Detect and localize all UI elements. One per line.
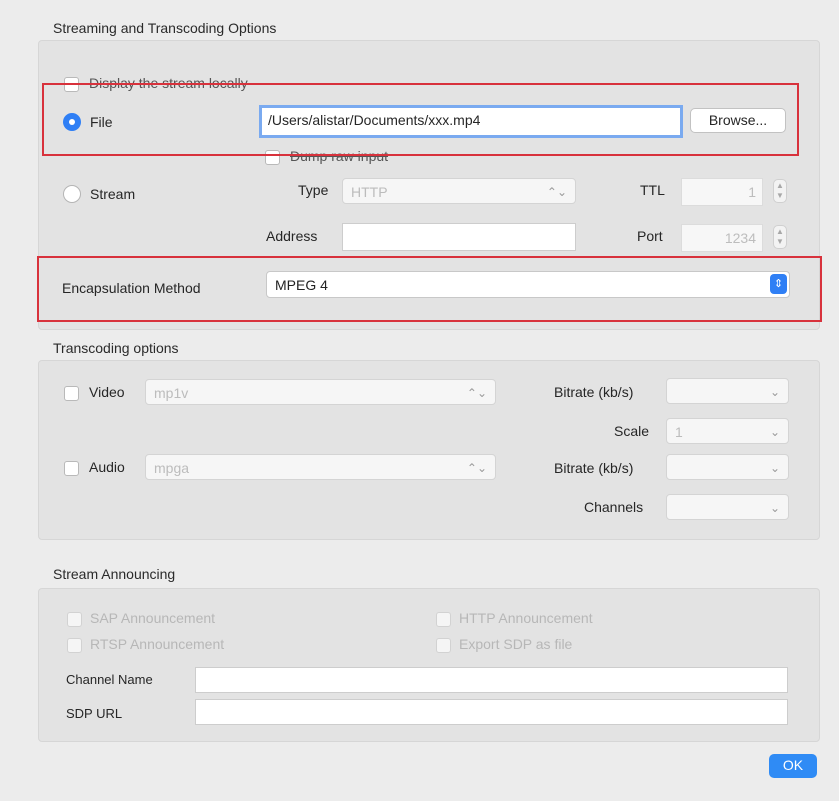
sap-label: SAP Announcement: [90, 610, 216, 626]
channels-label: Channels: [584, 499, 644, 515]
address-input[interactable]: [342, 223, 576, 251]
file-path-input[interactable]: /Users/alistar/Documents/xxx.mp4: [259, 105, 683, 138]
sdp-url-input[interactable]: [195, 699, 788, 725]
scale-value: 1: [675, 424, 683, 440]
file-radio[interactable]: [63, 113, 81, 131]
audio-bitrate-select[interactable]: ⌄: [666, 454, 789, 480]
type-label: Type: [298, 182, 329, 198]
port-label: Port: [637, 228, 663, 244]
port-stepper[interactable]: ▲ ▼: [773, 225, 787, 249]
channel-name-input[interactable]: [195, 667, 788, 693]
video-codec-select[interactable]: mp1v ⌃⌄: [145, 379, 496, 405]
updown-chevron-icon: ⌃⌄: [466, 386, 487, 400]
chevron-down-icon: ⌄: [769, 461, 780, 475]
updown-chevron-icon: ⌃⌄: [466, 461, 487, 475]
type-select[interactable]: HTTP ⌃⌄: [342, 178, 576, 204]
sap-checkbox[interactable]: [67, 612, 82, 627]
ttl-input[interactable]: 1: [681, 178, 763, 206]
video-bitrate-select[interactable]: ⌄: [666, 378, 789, 404]
port-input[interactable]: 1234: [681, 224, 763, 252]
video-bitrate-label: Bitrate (kb/s): [554, 384, 634, 400]
video-codec-value: mp1v: [154, 385, 189, 401]
display-locally-checkbox[interactable]: [64, 77, 79, 92]
http-announcement-checkbox[interactable]: [436, 612, 451, 627]
dump-raw-label: Dump raw input: [290, 148, 389, 164]
ttl-label: TTL: [640, 182, 665, 198]
encapsulation-value: MPEG 4: [275, 277, 328, 293]
audio-checkbox[interactable]: [64, 461, 79, 476]
announcing-section-title: Stream Announcing: [53, 566, 176, 582]
updown-chevron-icon: ⌃⌄: [546, 185, 567, 199]
sdp-url-label: SDP URL: [66, 706, 123, 721]
scale-label: Scale: [614, 423, 650, 439]
scale-select[interactable]: 1 ⌄: [666, 418, 789, 444]
file-label: File: [90, 114, 113, 130]
channel-name-label: Channel Name: [66, 672, 153, 687]
display-locally-label: Display the stream locally: [89, 75, 248, 91]
rtsp-checkbox[interactable]: [67, 638, 82, 653]
type-value: HTTP: [351, 184, 388, 200]
stream-radio[interactable]: [63, 185, 81, 203]
transcoding-section-title: Transcoding options: [53, 340, 179, 356]
audio-codec-select[interactable]: mpga ⌃⌄: [145, 454, 496, 480]
encapsulation-select[interactable]: MPEG 4 ⇕: [266, 271, 790, 298]
audio-label: Audio: [89, 459, 125, 475]
streaming-section-title: Streaming and Transcoding Options: [53, 20, 277, 36]
stream-label: Stream: [90, 186, 136, 202]
export-sdp-label: Export SDP as file: [459, 636, 573, 652]
export-sdp-checkbox[interactable]: [436, 638, 451, 653]
address-label: Address: [266, 228, 318, 244]
chevron-down-icon: ⌄: [769, 425, 780, 439]
rtsp-label: RTSP Announcement: [90, 636, 225, 652]
dump-raw-checkbox[interactable]: [265, 150, 280, 165]
chevron-down-icon: ⌄: [769, 501, 780, 515]
ok-button[interactable]: OK: [769, 754, 817, 778]
updown-chevron-icon: ⇕: [770, 274, 787, 294]
channels-select[interactable]: ⌄: [666, 494, 789, 520]
ttl-stepper[interactable]: ▲ ▼: [773, 179, 787, 203]
browse-button[interactable]: Browse...: [690, 108, 786, 133]
video-checkbox[interactable]: [64, 386, 79, 401]
encapsulation-label: Encapsulation Method: [62, 280, 201, 296]
audio-codec-value: mpga: [154, 460, 190, 476]
audio-bitrate-label: Bitrate (kb/s): [554, 460, 634, 476]
http-announcement-label: HTTP Announcement: [459, 610, 593, 626]
video-label: Video: [89, 384, 125, 400]
chevron-down-icon: ⌄: [769, 385, 780, 399]
